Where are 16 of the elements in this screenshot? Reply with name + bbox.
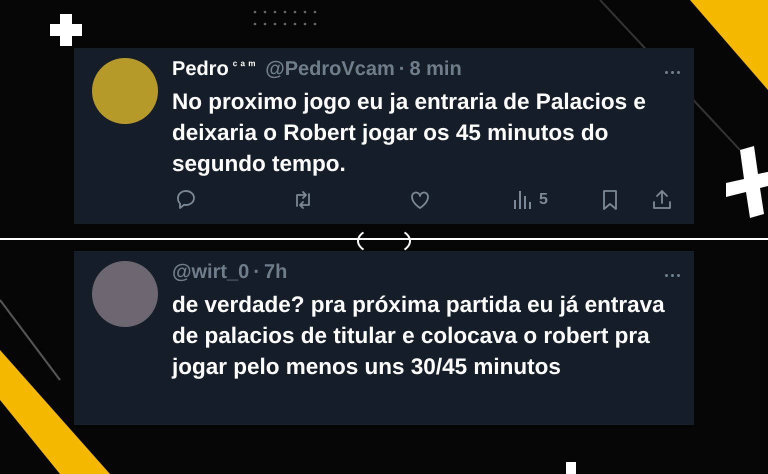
separator-dot: ·: [398, 58, 406, 81]
separator-dot: ·: [253, 261, 260, 284]
reply-icon[interactable]: [174, 188, 198, 212]
name-suffix: ᶜ ᵃ ᵐ: [232, 58, 256, 72]
post-text: No proximo jogo eu ja entraria de Palacios e deixaria o Robert jogar os 45 minutos do segundo tempo.: [172, 88, 647, 178]
user-handle: @PedroVcam: [265, 58, 395, 81]
more-icon[interactable]: [665, 274, 680, 276]
view-count: 5: [539, 191, 548, 209]
post-text: de verdade? pra próxima partida eu já entrava de palacios de titular e colocava o robert pra jogar pelo menos uns 30/45 minutos: [172, 291, 666, 381]
user-handle: @wirt_0: [172, 261, 250, 284]
user-name: Pedro: [172, 58, 229, 81]
post-time: 8 min: [409, 58, 462, 81]
views-icon[interactable]: [514, 191, 531, 209]
share-icon[interactable]: [650, 188, 674, 212]
more-icon[interactable]: [665, 70, 680, 74]
post-time: 7h: [264, 261, 288, 284]
